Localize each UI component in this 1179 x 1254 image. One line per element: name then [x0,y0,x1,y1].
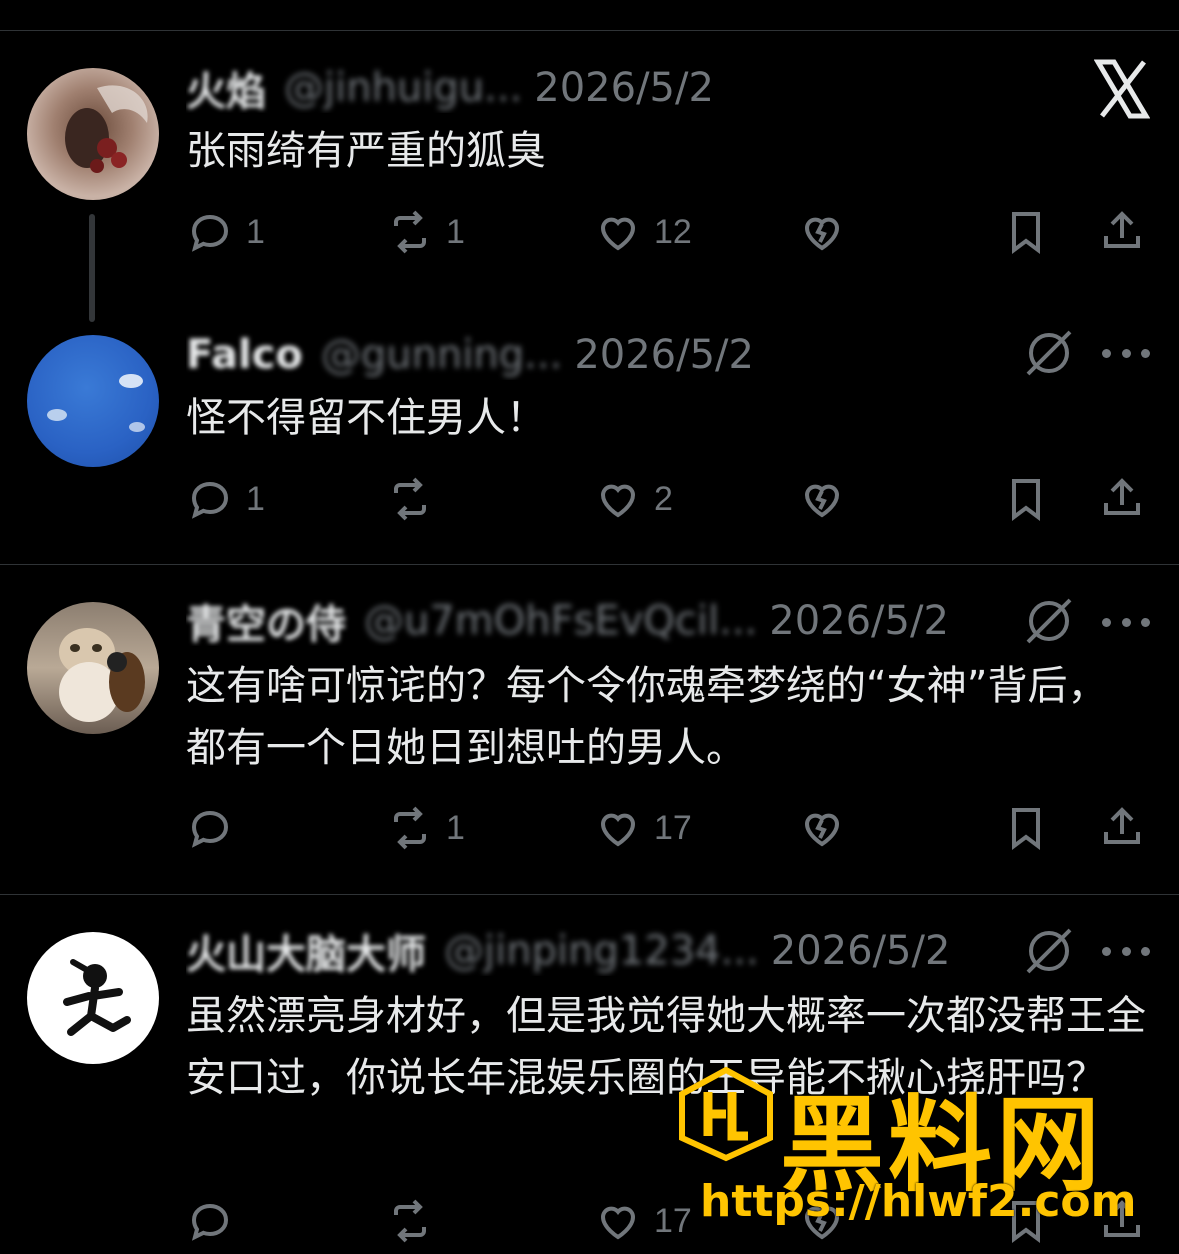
heart-icon [600,813,636,847]
author-handle[interactable]: @jinhuigu... [284,65,522,111]
dislike-button[interactable] [798,473,846,525]
reply-button[interactable] [186,802,246,854]
post-header: 青空の侍 @u7mOhFsEvQcil... 2026/5/2 [186,596,1006,646]
post-header: Falco @gunning... 2026/5/2 [186,330,1006,380]
top-divider [0,30,1179,31]
reply-count: 1 [246,479,265,518]
post-text: 怪不得留不住男人！ [186,395,546,441]
share-button[interactable] [1098,802,1146,854]
repost-icon [394,1199,426,1243]
author-name[interactable]: 火山大脑大师 [186,926,426,976]
repost-button[interactable] [386,473,446,525]
share-icon [1104,1200,1140,1237]
repost-count: 1 [446,808,465,847]
like-button[interactable]: 17 [594,802,692,854]
repost-button[interactable]: 1 [386,206,465,258]
avatar[interactable] [27,68,159,200]
more-icon[interactable] [1102,343,1150,363]
dislike-button[interactable] [798,1195,846,1247]
action-bar: 1 1 12 [186,206,1152,258]
post-text: 张雨绮有严重的狐臭 [186,128,546,174]
heart-icon [600,484,636,518]
author-handle[interactable]: @gunning... [321,332,562,378]
repost-icon [394,806,426,850]
like-count: 12 [654,212,692,251]
reply-icon [191,481,229,519]
reply-button[interactable] [186,1195,246,1247]
like-count: 17 [654,808,692,847]
broken-heart-icon [804,217,840,251]
avatar[interactable] [27,335,159,467]
bookmark-button[interactable] [1002,473,1050,525]
author-name[interactable]: 火焰 [186,63,266,113]
author-name[interactable]: Falco [186,332,303,378]
author-handle[interactable]: @u7mOhFsEvQcil... [364,598,757,644]
share-button[interactable] [1098,473,1146,525]
post-header: 火山大脑大师 @jinping1234... 2026/5/2 [186,926,1006,976]
like-button[interactable]: 2 [594,473,673,525]
reply-button[interactable]: 1 [186,473,265,525]
share-icon [1104,807,1140,844]
post-date[interactable]: 2026/5/2 [574,332,754,378]
repost-button[interactable] [386,1195,446,1247]
thread-line [89,214,95,322]
bookmark-icon [1012,808,1040,850]
broken-heart-icon [804,484,840,518]
repost-count: 1 [446,212,465,251]
repost-icon [394,210,426,254]
post-text: 这有啥可惊诧的？每个令你魂牵梦绕的“女神”背后，都有一个日她日到想吐的男人。 [186,663,1108,771]
like-button[interactable]: 17 [594,1195,692,1247]
dislike-button[interactable] [798,802,846,854]
bookmark-button[interactable] [1002,802,1050,854]
broken-heart-icon [804,813,840,847]
post-date[interactable]: 2026/5/2 [534,65,714,111]
post-date[interactable]: 2026/5/2 [769,598,949,644]
share-button[interactable] [1098,1195,1146,1247]
grok-icon[interactable] [1022,326,1076,380]
avatar[interactable] [27,602,159,734]
bookmark-icon [1012,212,1040,254]
more-icon[interactable] [1102,941,1150,961]
action-bar: 1 2 [186,473,1152,525]
post-text: 虽然漂亮身材好，但是我觉得她大概率一次都没帮王全安口过，你说长年混娱乐圈的王导能… [186,993,1146,1101]
x-logo-icon[interactable] [1094,58,1150,120]
bookmark-button[interactable] [1002,1195,1050,1247]
avatar[interactable] [27,932,159,1064]
heart-icon [600,1206,636,1240]
reply-icon [191,214,229,252]
bookmark-button[interactable] [1002,206,1050,258]
action-bar: 1 17 [186,802,1152,854]
share-icon [1104,211,1140,248]
grok-icon[interactable] [1022,924,1076,978]
like-count: 17 [654,1201,692,1240]
like-button[interactable]: 12 [594,206,692,258]
repost-icon [394,477,426,521]
author-handle[interactable]: @jinping1234... [444,928,759,974]
like-count: 2 [654,479,673,518]
bookmark-icon [1012,479,1040,521]
more-icon[interactable] [1102,612,1150,632]
repost-button[interactable]: 1 [386,802,465,854]
share-button[interactable] [1098,206,1146,258]
dislike-button[interactable] [798,206,846,258]
share-icon [1104,478,1140,515]
action-bar: 17 [186,1195,1152,1247]
post-header: 火焰 @jinhuigu... 2026/5/2 [186,63,1006,113]
reply-button[interactable]: 1 [186,206,265,258]
grok-icon[interactable] [1022,594,1076,648]
broken-heart-icon [804,1206,840,1240]
heart-icon [600,217,636,251]
reply-icon [191,1203,229,1241]
bookmark-icon [1012,1201,1040,1243]
reply-count: 1 [246,212,265,251]
divider [0,894,1179,895]
divider [0,564,1179,565]
post-date[interactable]: 2026/5/2 [771,928,951,974]
author-name[interactable]: 青空の侍 [186,596,346,646]
reply-icon [191,810,229,848]
